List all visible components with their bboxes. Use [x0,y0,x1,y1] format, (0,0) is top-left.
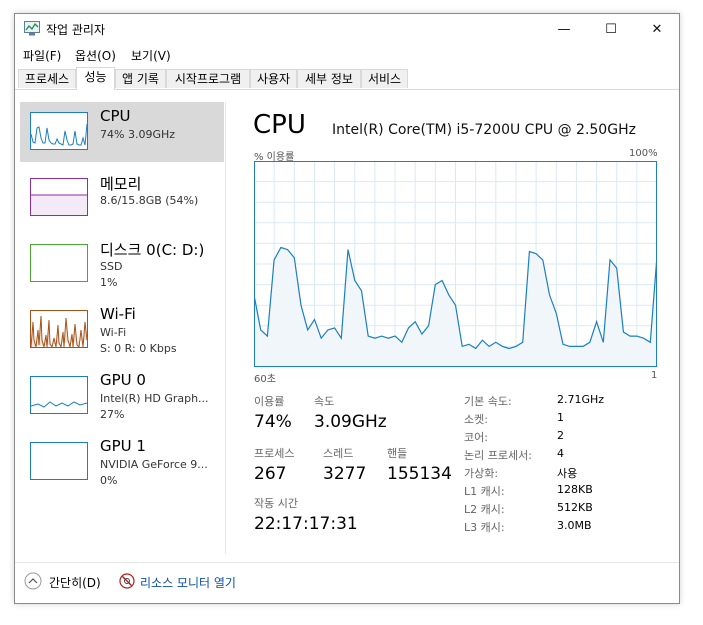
menu-options[interactable]: 옵션(O) [75,47,116,64]
processes-value: 267 [254,464,287,484]
info-label-logical-processors: 논리 프로세서: [464,449,532,462]
resource-monitor-icon [119,573,135,589]
menu-bar: 파일(F) 옵션(O) 보기(V) [15,45,679,65]
resource-detail: Intel(R) HD Graph... [100,392,209,405]
menu-file[interactable]: 파일(F) [23,47,61,64]
processes-label: 프로세스 [254,447,295,460]
resource-name: Wi-Fi [100,305,136,323]
minimize-button[interactable]: — [541,14,587,44]
wifi-thumbnail-graph [30,310,88,348]
footer-bar: 간단히(D) 리소스 모니터 열기 [15,562,679,603]
speed-label: 속도 [314,395,335,408]
menu-view[interactable]: 보기(V) [131,47,171,64]
performance-content: CPU 74% 3.09GHz 메모리 8.6/15.8GB (54%) 디스크… [15,90,679,560]
resource-name: GPU 0 [100,371,146,389]
resource-item-disk[interactable]: 디스크 0(C: D:) SSD 1% [20,234,224,294]
threads-label: 스레드 [323,447,354,460]
gpu0-thumbnail-graph [30,376,88,414]
resource-detail: 74% 3.09GHz [100,128,176,141]
resource-item-gpu0[interactable]: GPU 0 Intel(R) HD Graph... 27% [20,366,224,426]
resource-detail-2: 1% [100,276,118,289]
tab-app-history[interactable]: 앱 기록 [115,69,166,88]
detail-title: CPU [253,110,306,140]
info-value-l2-cache: 512KB [557,501,593,514]
info-value-cores: 2 [557,429,564,442]
resource-detail-2: 27% [100,408,125,421]
open-resource-monitor-link[interactable]: 리소스 모니터 열기 [140,574,236,591]
info-label-l2-cache: L2 캐시: [464,503,505,516]
resource-detail: SSD [100,260,123,273]
tab-strip: 프로세스 성능 앱 기록 시작프로그램 사용자 세부 정보 서비스 [15,67,679,90]
resource-detail: Wi-Fi [100,326,127,339]
cpu-utilization-graph [254,161,657,367]
close-button[interactable]: ✕ [634,14,680,44]
handles-value: 155134 [387,464,452,484]
utilization-label: 이용률 [254,395,285,408]
graph-label-max: 100% [629,148,658,159]
resource-list: CPU 74% 3.09GHz 메모리 8.6/15.8GB (54%) 디스크… [19,102,226,554]
info-label-cores: 코어: [464,431,488,444]
info-label-l1-cache: L1 캐시: [464,485,505,498]
maximize-button[interactable]: ☐ [588,14,634,44]
graph-label-now: 1 [651,370,658,381]
info-label-virtualization: 가상화: [464,467,499,480]
uptime-value: 22:17:17:31 [254,514,358,534]
speed-value: 3.09GHz [314,412,387,432]
chevron-up-icon[interactable] [24,572,42,590]
resource-detail: 8.6/15.8GB (54%) [100,194,199,207]
resource-item-gpu1[interactable]: GPU 1 NVIDIA GeForce 9... 0% [20,432,224,492]
disk-thumbnail-graph [30,244,88,282]
gpu1-thumbnail-graph [30,442,88,480]
resource-item-memory[interactable]: 메모리 8.6/15.8GB (54%) [20,168,224,228]
cpu-thumbnail-graph [30,112,88,150]
resource-detail-2: S: 0 R: 0 Kbps [100,342,177,355]
info-value-l1-cache: 128KB [557,483,593,496]
info-value-l3-cache: 3.0MB [557,519,592,532]
resource-name: GPU 1 [100,437,146,455]
info-label-base-speed: 기본 속도: [464,395,512,408]
tab-users[interactable]: 사용자 [250,69,297,88]
resource-name: 디스크 0(C: D:) [100,241,205,259]
info-value-logical-processors: 4 [557,447,564,460]
resource-name: CPU [100,107,131,125]
graph-label-time-span: 60초 [254,374,276,385]
title-bar[interactable]: 작업 관리자 — ☐ ✕ [15,14,679,44]
resource-detail-2: 0% [100,474,118,487]
fewer-details-button[interactable]: 간단히(D) [49,574,101,591]
resource-item-wifi[interactable]: Wi-Fi Wi-Fi S: 0 R: 0 Kbps [20,300,224,360]
memory-thumbnail-graph [30,178,88,216]
utilization-value: 74% [254,412,292,432]
tab-startup[interactable]: 시작프로그램 [166,69,250,88]
task-manager-app-icon [24,21,40,36]
tab-processes[interactable]: 프로세스 [18,69,76,88]
info-value-virtualization: 사용 [557,467,578,480]
uptime-label: 작동 시간 [254,497,298,510]
task-manager-window: 작업 관리자 — ☐ ✕ 파일(F) 옵션(O) 보기(V) 프로세스 성능 앱… [14,13,680,604]
resource-item-cpu[interactable]: CPU 74% 3.09GHz [20,102,224,162]
info-label-sockets: 소켓: [464,413,488,426]
info-value-base-speed: 2.71GHz [557,393,605,406]
cpu-model: Intel(R) Core(TM) i5-7200U CPU @ 2.50GHz [332,122,636,138]
tab-performance[interactable]: 성능 [76,67,115,90]
tab-details[interactable]: 세부 정보 [297,69,361,88]
threads-value: 3277 [323,464,367,484]
info-value-sockets: 1 [557,411,564,424]
tab-services[interactable]: 서비스 [361,69,408,88]
resource-detail: NVIDIA GeForce 9... [100,458,208,471]
handles-label: 핸들 [387,447,408,460]
window-title: 작업 관리자 [46,23,106,37]
info-label-l3-cache: L3 캐시: [464,521,505,534]
resource-name: 메모리 [100,175,142,193]
